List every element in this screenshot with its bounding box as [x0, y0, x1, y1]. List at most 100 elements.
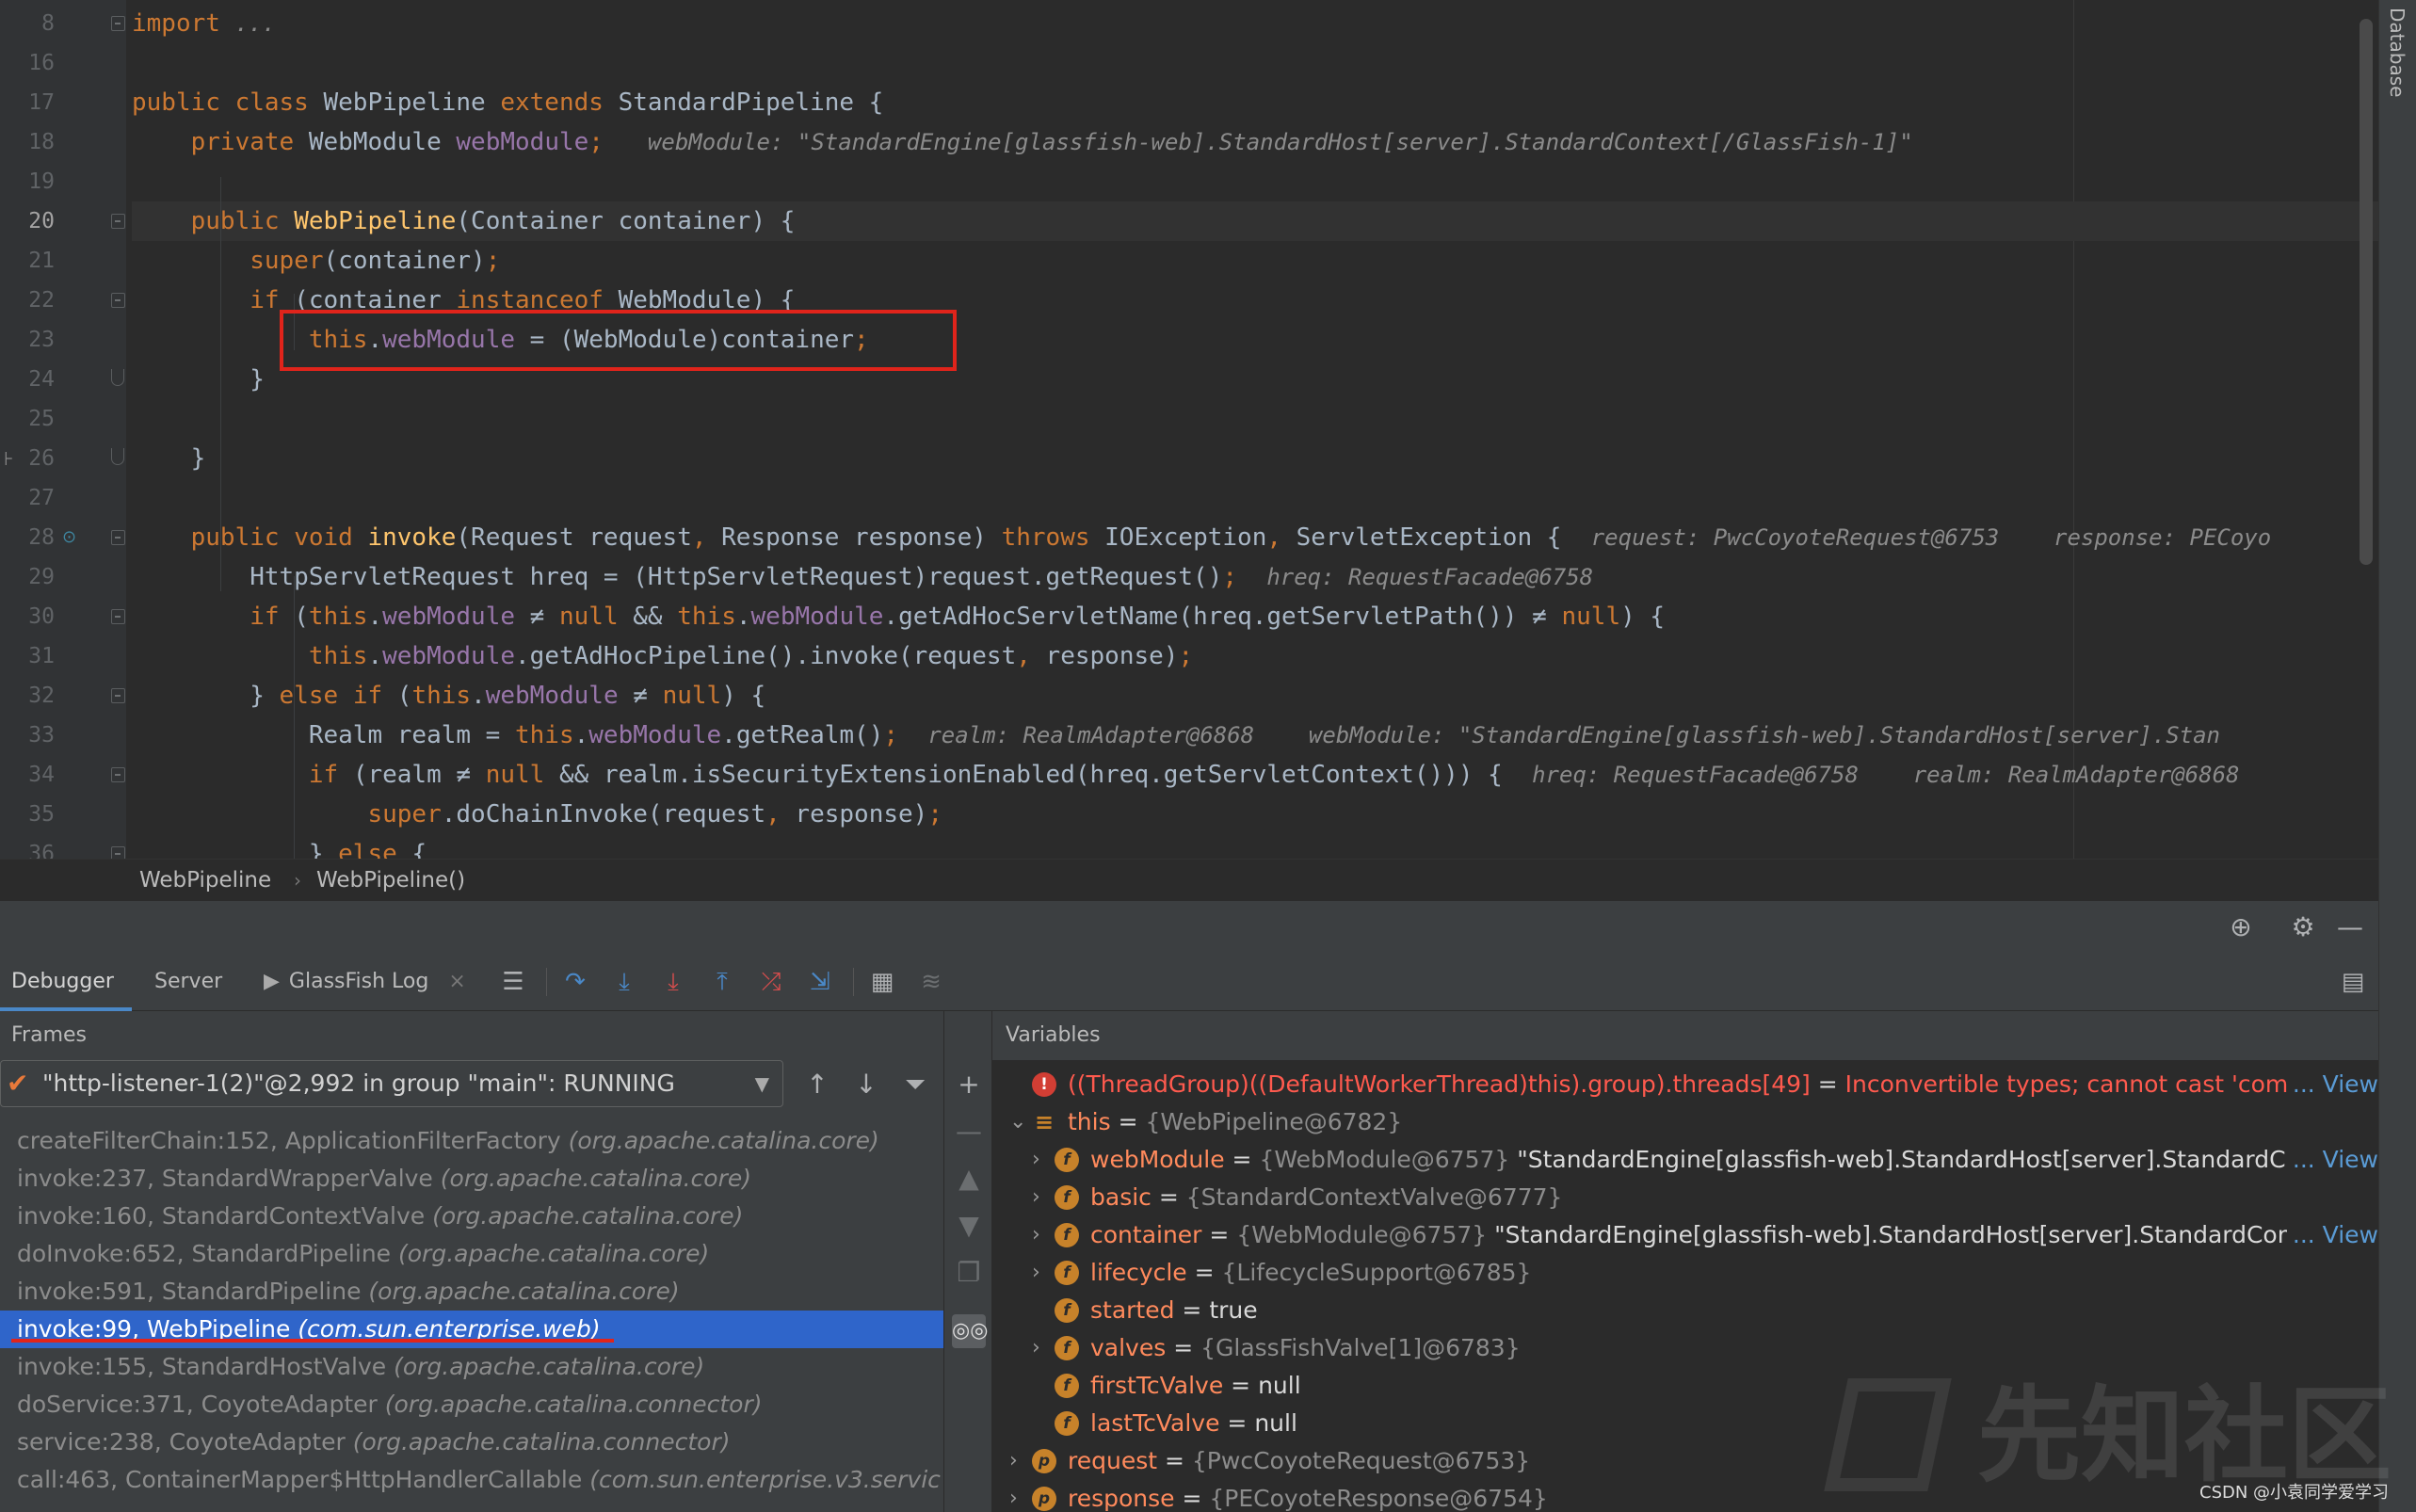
crosshair-icon[interactable]: ⊕ — [2224, 910, 2258, 944]
gutter-line[interactable]: 21 — [0, 241, 126, 281]
gutter-line[interactable]: 32 — [0, 676, 126, 716]
code-line[interactable] — [132, 399, 2378, 439]
database-side-tab[interactable]: Database — [2378, 0, 2416, 1512]
chevron-right-icon[interactable]: › — [1009, 1480, 1028, 1512]
code-line[interactable]: if (realm ≠ null && realm.isSecurityExte… — [132, 755, 2378, 795]
editor-gutter[interactable]: 8 16 17 18 19 20 21 22 23 24 25 26 ⊦ 27 28 ⊙ 29 30 31 32 33 3… — [0, 0, 126, 859]
frame-item[interactable]: invoke:591, StandardPipeline (org.apache… — [0, 1273, 943, 1311]
breadcrumb-class[interactable]: WebPipeline — [139, 860, 271, 901]
fold-marker-icon[interactable] — [111, 767, 125, 782]
fold-marker-icon[interactable] — [111, 530, 125, 545]
code-line[interactable] — [132, 43, 2378, 83]
tab-glassfish-log[interactable]: ▶ GlassFish Log × — [264, 953, 466, 1011]
minimize-icon[interactable]: — — [2333, 910, 2367, 944]
code-line[interactable]: super.doChainInvoke(request, response); — [132, 795, 2378, 834]
arrow-down-icon[interactable]: ↓ — [847, 1066, 885, 1103]
variable-row[interactable]: › f webModule = {WebModule@6757} "Standard… — [992, 1141, 2378, 1179]
variable-row[interactable]: ! ((ThreadGroup)((DefaultWorkerThread)thi… — [992, 1066, 2378, 1103]
frame-item[interactable]: invoke:160, StandardContextValve (org.ap… — [0, 1198, 943, 1235]
move-down-icon[interactable]: ▼ — [952, 1209, 986, 1243]
evaluate-expression-icon[interactable]: ▦ — [866, 966, 898, 998]
frame-item[interactable]: call:463, ContainerMapper$HttpHandlerCal… — [0, 1461, 943, 1499]
thread-selector[interactable]: ✔ "http-listener-1(2)"@2,992 in group "m… — [0, 1060, 783, 1107]
variable-row[interactable]: › f container = {WebModule@6757} "Standard… — [992, 1216, 2378, 1254]
move-up-icon[interactable]: ▲ — [952, 1162, 986, 1196]
chevron-right-icon[interactable]: › — [1032, 1254, 1051, 1292]
fold-marker-icon[interactable] — [111, 214, 125, 229]
gutter-line[interactable]: 24 — [0, 360, 126, 399]
fold-marker-icon[interactable] — [111, 448, 124, 465]
arrow-up-icon[interactable]: ↑ — [798, 1066, 836, 1103]
gutter-line[interactable]: 8 — [0, 4, 126, 43]
close-icon[interactable]: × — [448, 970, 465, 993]
frame-item[interactable]: createFilterChain:152, ApplicationFilter… — [0, 1122, 943, 1160]
gutter-line[interactable]: 36 — [0, 834, 126, 859]
frame-list[interactable]: createFilterChain:152, ApplicationFilter… — [0, 1122, 943, 1512]
variable-row[interactable]: › f basic = {StandardContextValve@6777} — [992, 1179, 2378, 1216]
implements-method-icon[interactable]: ⊙ — [62, 527, 83, 548]
frame-item[interactable]: doInvoke:652, StandardPipeline (org.apac… — [0, 1235, 943, 1273]
gutter-line[interactable]: 23 — [0, 320, 126, 360]
variable-row[interactable]: ⌄ ≡ this = {WebPipeline@6782} — [992, 1103, 2378, 1141]
chevron-right-icon[interactable]: › — [1032, 1141, 1051, 1179]
tab-server[interactable]: Server — [154, 953, 222, 1011]
code-line[interactable]: } else { — [132, 834, 2378, 859]
glasses-icon[interactable]: ◎◎ — [952, 1314, 988, 1348]
chevron-right-icon[interactable]: › — [1009, 1442, 1028, 1480]
add-watch-icon[interactable]: + — [952, 1068, 986, 1102]
chevron-right-icon[interactable]: › — [1032, 1329, 1051, 1367]
fold-marker-icon[interactable] — [111, 688, 125, 703]
gutter-line[interactable]: 16 — [0, 43, 126, 83]
step-out-icon[interactable]: ⤒ — [706, 966, 738, 998]
code-line[interactable]: public WebPipeline(Container container) … — [132, 201, 2378, 241]
gear-icon[interactable]: ⚙ — [2286, 910, 2320, 944]
fold-marker-icon[interactable] — [111, 293, 125, 308]
trace-stream-icon[interactable]: ≋ — [915, 966, 947, 998]
frame-item[interactable]: invoke:237, StandardWrapperValve (org.ap… — [0, 1160, 943, 1198]
gutter-line[interactable]: 19 — [0, 162, 126, 201]
gutter-line[interactable]: 22 — [0, 281, 126, 320]
code-line[interactable]: public void invoke(Request request, Resp… — [132, 518, 2378, 557]
run-to-cursor-icon[interactable]: ⇲ — [804, 966, 836, 998]
gutter-line[interactable]: 25 — [0, 399, 126, 439]
layout-settings-icon[interactable]: ▤ — [2337, 966, 2369, 998]
code-editor[interactable]: 8 16 17 18 19 20 21 22 23 24 25 26 ⊦ 27 28 ⊙ 29 30 31 32 33 3… — [0, 0, 2378, 859]
code-line[interactable]: } else if (this.webModule ≠ null) { — [132, 676, 2378, 716]
variable-row[interactable]: f started = true — [992, 1292, 2378, 1329]
code-line[interactable]: import ... — [132, 4, 2378, 43]
view-link[interactable]: ... View — [2286, 1066, 2378, 1103]
gutter-line[interactable]: 33 — [0, 716, 126, 755]
frame-item[interactable]: service:238, CoyoteAdapter (org.apache.c… — [0, 1424, 943, 1461]
drop-frame-icon[interactable]: ⤮ — [755, 966, 787, 998]
fold-marker-icon[interactable] — [111, 609, 125, 624]
chevron-down-icon[interactable]: ⌄ — [1009, 1103, 1028, 1141]
frame-item[interactable]: invoke:155, StandardHostValve (org.apach… — [0, 1348, 943, 1386]
gutter-line[interactable]: 35 — [0, 795, 126, 834]
code-line[interactable]: private WebModule webModule; webModule: … — [132, 122, 2378, 162]
editor-scrollbar[interactable] — [2360, 19, 2373, 565]
code-line[interactable] — [132, 478, 2378, 518]
gutter-line[interactable]: 34 — [0, 755, 126, 795]
step-into-icon[interactable]: ⤓ — [608, 966, 640, 998]
gutter-line[interactable]: 26 ⊦ — [0, 439, 126, 478]
code-line[interactable]: if (this.webModule ≠ null && this.webMod… — [132, 597, 2378, 636]
gutter-line[interactable]: 18 — [0, 122, 126, 162]
frame-item[interactable]: doService:371, CoyoteAdapter (org.apache… — [0, 1386, 943, 1424]
view-link[interactable]: ... View — [2286, 1216, 2378, 1254]
gutter-line[interactable]: 27 — [0, 478, 126, 518]
tab-debugger[interactable]: Debugger — [0, 953, 132, 1011]
chevron-right-icon[interactable]: › — [1032, 1216, 1051, 1254]
gutter-line[interactable]: 28 ⊙ — [0, 518, 126, 557]
filter-icon[interactable]: ⏷ — [896, 1066, 934, 1103]
show-execution-point-icon[interactable]: ☰ — [497, 966, 529, 998]
code-line[interactable]: } — [132, 439, 2378, 478]
variable-row[interactable]: › f valves = {GlassFishValve[1]@6783} — [992, 1329, 2378, 1367]
code-line[interactable]: this.webModule.getAdHocPipeline().invoke… — [132, 636, 2378, 676]
step-over-icon[interactable]: ↷ — [559, 966, 591, 998]
gutter-line[interactable]: 30 — [0, 597, 126, 636]
gutter-line[interactable]: 29 — [0, 557, 126, 597]
code-line[interactable] — [132, 162, 2378, 201]
breadcrumb-method[interactable]: WebPipeline() — [316, 860, 465, 901]
fold-marker-icon[interactable] — [111, 16, 125, 31]
gutter-line[interactable]: 17 — [0, 83, 126, 122]
